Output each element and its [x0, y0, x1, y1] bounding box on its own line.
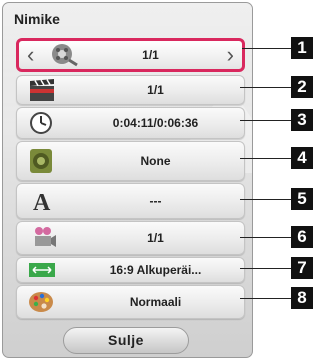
callout-number-2: 2 — [291, 76, 313, 98]
audio-row[interactable]: None — [16, 141, 245, 181]
callout-number-8: 8 — [291, 287, 313, 309]
angle-value: 1/1 — [147, 231, 164, 245]
callout-line-8 — [240, 298, 291, 299]
info-panel: Nimike ‹ 1/1 › 1/1 0:04:11/0:06:36 None … — [2, 2, 253, 358]
subtitle-row[interactable]: A --- — [16, 183, 245, 219]
subtitle-a-icon: A — [33, 190, 51, 214]
chapter-value: 1/1 — [147, 83, 164, 97]
callout-number-5: 5 — [291, 188, 313, 210]
audio-value: None — [140, 154, 171, 168]
callout-number-7: 7 — [291, 257, 313, 279]
clock-icon — [30, 112, 52, 134]
picture-mode-row[interactable]: Normaali — [16, 285, 245, 319]
nav-right-icon[interactable]: › — [227, 44, 234, 66]
close-button[interactable]: Sulje — [63, 327, 189, 354]
callout-line-1 — [242, 48, 291, 49]
palette-icon — [29, 292, 53, 312]
aspect-row[interactable]: 16:9 Alkuperäi... — [16, 257, 245, 283]
callout-number-1: 1 — [291, 37, 313, 59]
title-row[interactable]: ‹ 1/1 › — [16, 38, 245, 72]
subtitle-value: --- — [149, 194, 162, 208]
callout-line-2 — [240, 87, 291, 88]
callout-number-3: 3 — [291, 109, 313, 131]
picture-mode-value: Normaali — [129, 295, 182, 309]
aspect-ratio-icon — [29, 263, 55, 277]
chapter-row[interactable]: 1/1 — [16, 75, 245, 105]
callout-line-7 — [240, 268, 291, 269]
callout-number-4: 4 — [291, 147, 313, 169]
clapperboard-icon — [30, 79, 54, 101]
callout-line-5 — [240, 199, 291, 200]
nav-left-icon[interactable]: ‹ — [27, 44, 34, 66]
callout-line-4 — [240, 158, 291, 159]
callout-line-6 — [240, 237, 291, 238]
camera-angle-icon — [35, 227, 56, 247]
disc-title-icon — [52, 44, 78, 67]
svg-text:A: A — [33, 190, 51, 214]
time-row[interactable]: 0:04:11/0:06:36 — [16, 107, 245, 139]
callout-number-6: 6 — [291, 226, 313, 248]
time-value: 0:04:11/0:06:36 — [112, 116, 199, 130]
aspect-value: 16:9 Alkuperäi... — [109, 263, 202, 277]
speaker-icon — [30, 149, 52, 173]
callout-line-3 — [240, 120, 291, 121]
angle-row[interactable]: 1/1 — [16, 221, 245, 255]
title-value: 1/1 — [142, 48, 159, 62]
